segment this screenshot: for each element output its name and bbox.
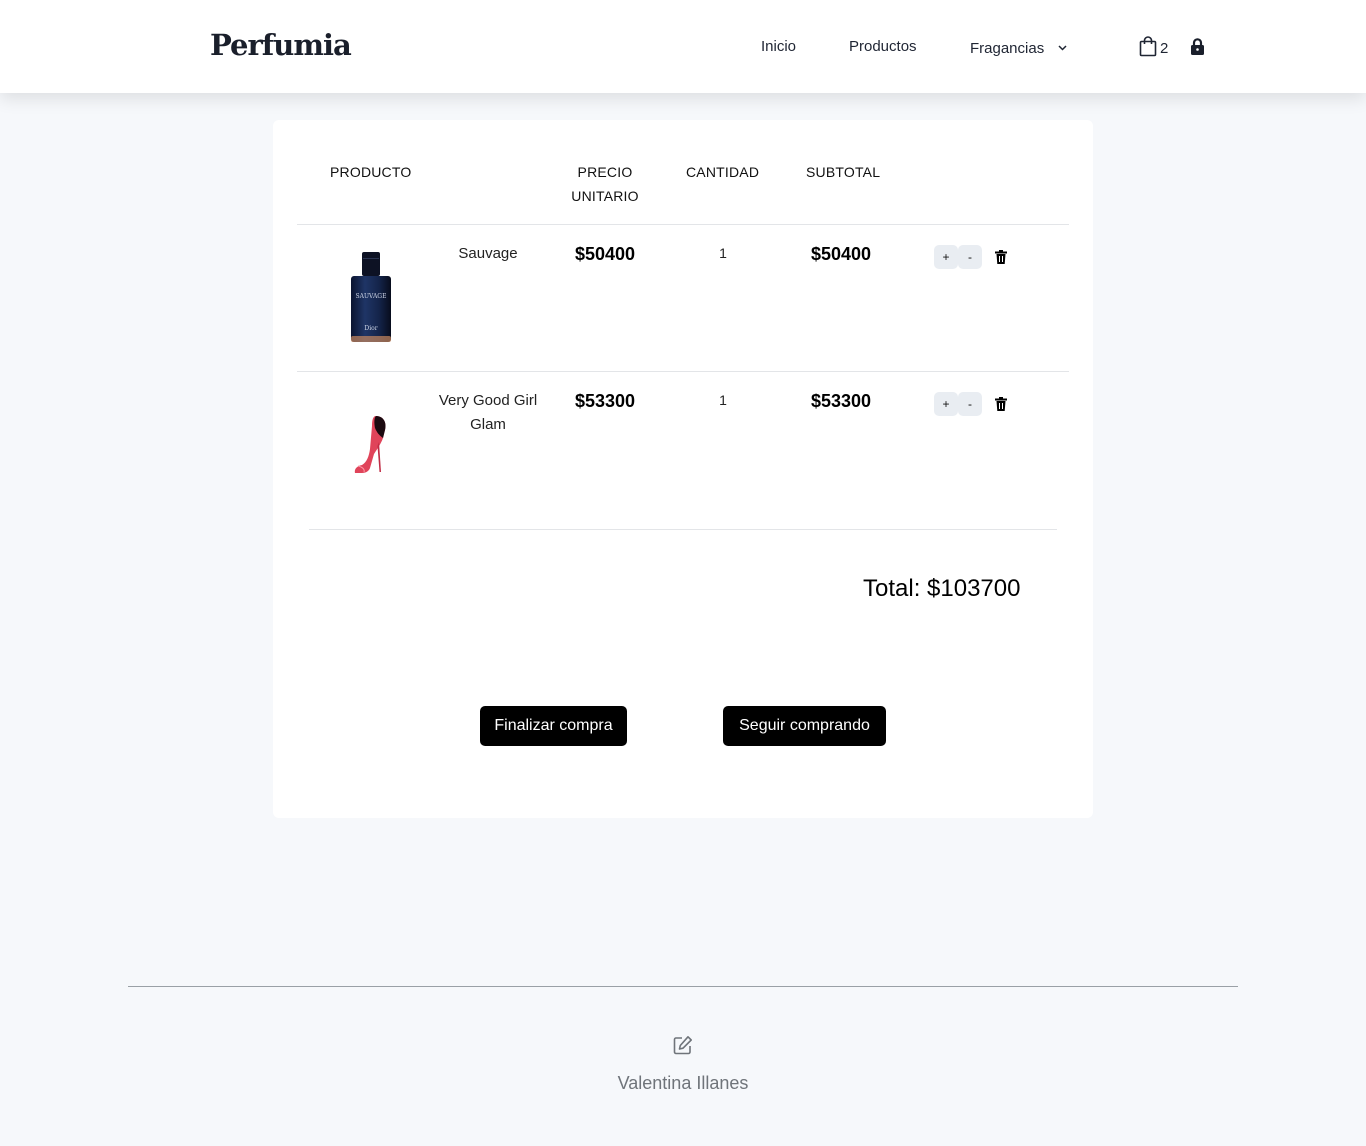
product-name: Sauvage bbox=[458, 245, 518, 262]
nav-link-fragancias-label: Fragancias bbox=[970, 40, 1045, 57]
unit-price: $50400 bbox=[574, 244, 636, 264]
quantity: 1 bbox=[719, 392, 727, 408]
nav-link-productos[interactable]: Productos bbox=[849, 38, 917, 55]
chevron-down-icon bbox=[1058, 38, 1067, 55]
product-image-sauvage: SAUVAGE Dior bbox=[348, 250, 394, 351]
header-precio-line2: UNITARIO bbox=[571, 188, 639, 204]
header-precio-line1: PRECIO bbox=[577, 164, 633, 180]
header-producto: PRODUCTO bbox=[330, 164, 412, 180]
header-cantidad: CANTIDAD bbox=[686, 164, 760, 180]
shopping-bag-icon bbox=[1139, 36, 1157, 61]
footer-author: Valentina Illanes bbox=[617, 1073, 749, 1093]
decrease-qty-button[interactable]: - bbox=[958, 392, 982, 416]
brand-logo[interactable]: Perfumia bbox=[210, 28, 352, 62]
footer-divider bbox=[128, 986, 1238, 987]
bottle-brand: Dior bbox=[364, 325, 377, 332]
trash-icon[interactable] bbox=[995, 250, 1007, 269]
row-divider bbox=[297, 371, 1069, 372]
finalizar-compra-button[interactable]: Finalizar compra bbox=[480, 706, 627, 746]
navbar: Perfumia Inicio Productos Fragancias 2 bbox=[0, 0, 1366, 93]
trash-icon[interactable] bbox=[995, 397, 1007, 416]
product-name: Very Good Girl Glam bbox=[428, 389, 548, 437]
header-precio-unitario: PRECIO UNITARIO bbox=[565, 160, 645, 208]
increase-qty-button[interactable]: + bbox=[934, 245, 958, 269]
subtotal: $53300 bbox=[810, 391, 872, 411]
product-name-line2: Glam bbox=[470, 416, 506, 433]
total-divider bbox=[309, 529, 1057, 530]
lock-icon[interactable] bbox=[1190, 38, 1205, 61]
nav-dropdown-fragancias[interactable]: Fragancias bbox=[970, 38, 1067, 57]
cart-widget[interactable]: 2 bbox=[1139, 36, 1168, 61]
unit-price: $53300 bbox=[574, 391, 636, 411]
cart-total: Total: $103700 bbox=[863, 575, 1021, 602]
product-name-line1: Very Good Girl bbox=[438, 392, 538, 409]
edit-icon bbox=[673, 1035, 693, 1060]
header-subtotal: SUBTOTAL bbox=[806, 164, 881, 180]
quantity: 1 bbox=[719, 245, 727, 261]
cart-count: 2 bbox=[1160, 40, 1169, 57]
bottle-label: SAUVAGE bbox=[356, 293, 387, 300]
subtotal: $50400 bbox=[810, 244, 872, 264]
nav-link-inicio[interactable]: Inicio bbox=[761, 38, 796, 55]
header-divider bbox=[297, 224, 1069, 225]
seguir-comprando-button[interactable]: Seguir comprando bbox=[723, 706, 886, 746]
decrease-qty-button[interactable]: - bbox=[958, 245, 982, 269]
increase-qty-button[interactable]: + bbox=[934, 392, 958, 416]
product-image-very-good-girl bbox=[350, 412, 390, 481]
